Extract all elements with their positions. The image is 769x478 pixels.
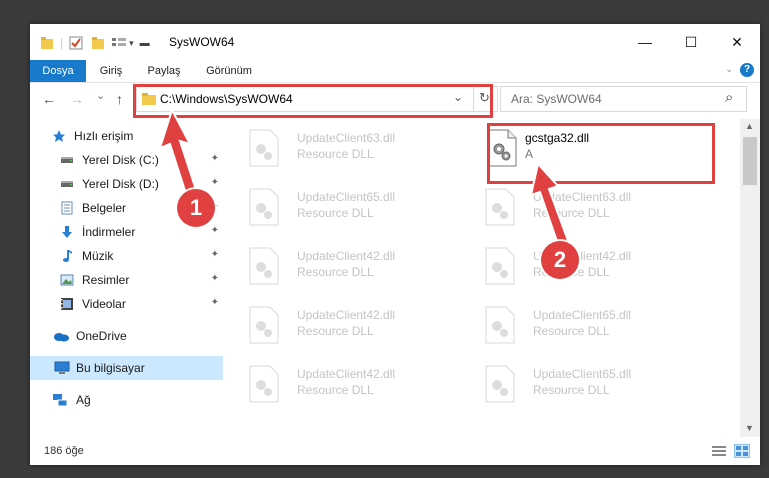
tab-file[interactable]: Dosya [30,60,86,82]
quick-access-toolbar: | ▾ ▬ [40,34,150,52]
help-icon[interactable]: ? [740,63,754,77]
sidebar-item-label: Yerel Disk (D:) [82,177,159,191]
pin-icon[interactable]: ✦ [211,297,219,308]
step-1-badge: 1 [177,189,215,227]
download-icon [62,226,72,238]
large-icons-view-icon[interactable] [734,444,750,458]
network-icon [53,394,68,407]
dll-file-icon [249,365,279,403]
search-input[interactable]: Ara: SysWOW64 [511,92,602,106]
pin-icon[interactable]: ✦ [211,249,219,260]
sidebar-item-label: Bu bilgisayar [76,361,145,375]
title-bar: | ▾ ▬ SysWOW64 — ☐ ✕ [30,24,760,60]
folder-icon[interactable] [40,36,54,50]
file-description: Resource DLL [533,324,610,338]
ribbon-expand-icon[interactable]: ⌄ [725,64,733,75]
sidebar-item-label: OneDrive [76,329,127,343]
dll-file-icon [249,129,279,167]
details-view-icon[interactable] [712,445,726,457]
file-item[interactable]: UpdateClient65.dll Resource DLL [463,300,693,354]
status-bar: 186 öğe [30,437,760,465]
item-count: 186 öğe [44,445,84,457]
sidebar-item-label: Hızlı erişim [74,129,134,143]
tab-view[interactable]: Görünüm [196,60,262,82]
file-item[interactable]: UpdateClient63.dll Resource DLL [227,123,457,177]
minimize-button[interactable]: — [622,24,668,60]
sidebar-item-label: İndirmeler [82,225,136,239]
window-title: SysWOW64 [169,35,235,49]
video-icon [61,298,73,310]
up-button[interactable]: ↑ [116,91,123,107]
sidebar-item-videos[interactable]: Videolar ✦ [30,293,223,315]
sidebar-item-label: Resimler [82,273,130,287]
file-name: UpdateClient65.dll [533,308,632,322]
sidebar-item-label: Müzik [82,249,114,263]
file-name: UpdateClient65.dll [533,367,632,381]
search-icon[interactable]: ⌕ [725,89,733,106]
file-description: Resource DLL [297,265,374,279]
document-icon [61,201,73,215]
pin-icon[interactable]: ✦ [211,225,219,236]
file-name: UpdateClient65.dll [297,190,396,204]
ribbon-tabs: Dosya Giriş Paylaş Görünüm ⌄ ? [30,60,760,83]
pin-icon[interactable]: ✦ [211,273,219,284]
dll-file-icon [249,247,279,285]
drive-icon [61,181,73,187]
vertical-scrollbar[interactable]: ▲ ▼ [740,119,760,437]
separator: | [60,36,64,50]
sidebar-item-music[interactable]: Müzik ✦ [30,245,223,267]
forward-button[interactable]: → [70,91,84,107]
view-options-icon[interactable] [111,36,127,50]
maximize-button[interactable]: ☐ [668,24,714,60]
sidebar-item-label: Ağ [76,393,91,407]
file-item[interactable]: UpdateClient42.dll Resource DLL [227,359,457,413]
step-2-badge: 2 [541,241,579,279]
file-name: UpdateClient42.dll [297,249,396,263]
sidebar-item-label: Belgeler [82,201,127,215]
scroll-down-icon[interactable]: ▼ [745,423,754,433]
tab-share[interactable]: Paylaş [138,60,190,82]
sidebar-item-network[interactable]: Ağ [30,389,223,411]
toolbar-dropdown-icon[interactable]: ▾ [129,38,134,49]
scrollbar-thumb[interactable] [743,137,757,185]
recent-locations-button[interactable]: ⌄ [96,89,105,102]
file-description: Resource DLL [533,383,610,397]
sidebar-item-onedrive[interactable]: OneDrive [30,325,223,347]
tab-home[interactable]: Giriş [90,60,132,82]
dll-file-icon [485,306,515,344]
file-name: UpdateClient42.dll [297,308,396,322]
back-button[interactable]: ← [42,91,56,107]
pictures-icon [60,274,74,286]
file-name: UpdateClient63.dll [297,131,396,145]
file-description: Resource DLL [297,324,374,338]
sidebar-item-this-pc[interactable]: Bu bilgisayar [30,356,223,380]
file-item[interactable]: UpdateClient42.dll Resource DLL [227,300,457,354]
dll-file-icon [249,306,279,344]
file-item[interactable]: UpdateClient65.dll Resource DLL [227,182,457,236]
cloud-icon [54,333,69,342]
sidebar-item-label: Videolar [82,297,126,311]
file-description: Resource DLL [297,383,374,397]
new-folder-icon[interactable] [91,36,105,50]
close-button[interactable]: ✕ [714,24,760,60]
file-description: Resource DLL [297,147,374,161]
dll-file-icon [485,247,515,285]
dll-file-icon [249,188,279,226]
customize-toolbar-icon[interactable]: ▬ [140,38,150,49]
properties-icon[interactable] [69,36,83,50]
computer-icon [54,361,70,374]
file-description: Resource DLL [297,206,374,220]
file-item[interactable]: UpdateClient42.dll Resource DLL [227,241,457,295]
dll-file-icon [485,188,515,226]
file-item[interactable]: UpdateClient65.dll Resource DLL [463,359,693,413]
sidebar-item-pictures[interactable]: Resimler ✦ [30,269,223,291]
dll-file-icon [485,365,515,403]
file-name: UpdateClient42.dll [297,367,396,381]
drive-icon [61,157,73,163]
search-box[interactable]: Ara: SysWOW64 ⌕ [500,86,747,112]
scroll-up-icon[interactable]: ▲ [745,121,754,131]
star-icon [53,130,65,142]
sidebar-item-label: Yerel Disk (C:) [82,153,159,167]
music-icon [63,250,72,262]
